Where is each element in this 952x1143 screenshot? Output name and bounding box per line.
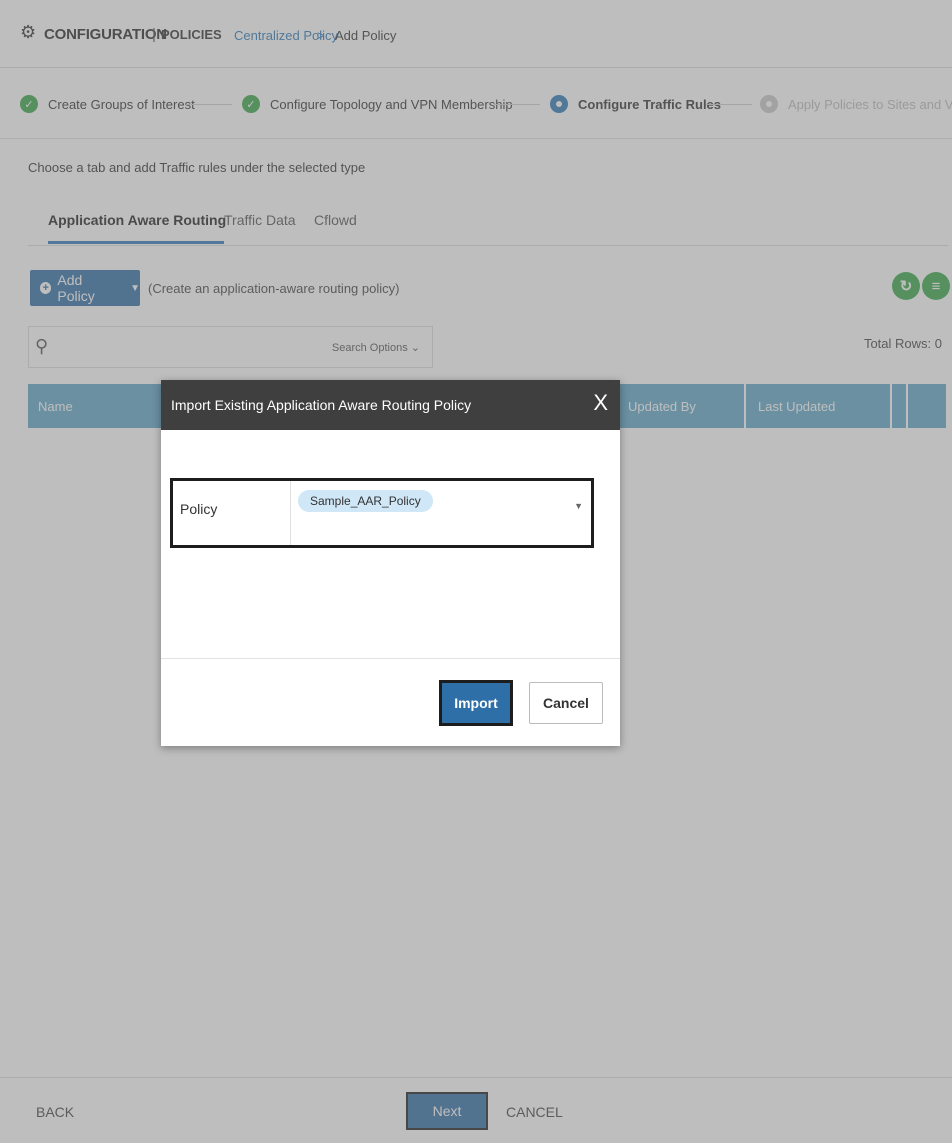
field-divider bbox=[290, 481, 291, 545]
dialog-title: Import Existing Application Aware Routin… bbox=[171, 397, 472, 413]
page: ⚙ CONFIGURATION | POLICIES Centralized P… bbox=[0, 0, 952, 1143]
cancel-button[interactable]: Cancel bbox=[529, 682, 603, 724]
policy-field-label: Policy bbox=[180, 501, 218, 517]
close-icon[interactable]: X bbox=[593, 390, 608, 416]
policy-select-value[interactable]: Sample_AAR_Policy bbox=[298, 490, 433, 512]
policy-field: Policy Sample_AAR_Policy ▼ bbox=[170, 478, 594, 548]
dialog-divider bbox=[161, 658, 620, 659]
dropdown-caret-icon[interactable]: ▼ bbox=[574, 501, 583, 511]
import-button[interactable]: Import bbox=[439, 680, 513, 726]
import-policy-dialog: Import Existing Application Aware Routin… bbox=[161, 380, 620, 746]
dialog-header: Import Existing Application Aware Routin… bbox=[161, 380, 620, 430]
